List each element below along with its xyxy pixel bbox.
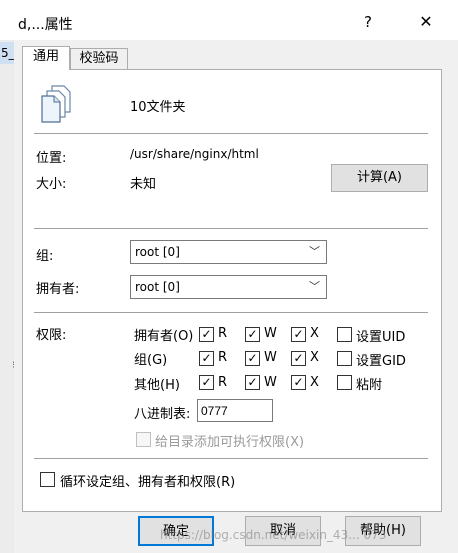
- perm-group-label: 组(G): [134, 353, 168, 368]
- perm-r-label: R: [218, 350, 228, 365]
- setgid-label: 设置GID: [356, 354, 406, 369]
- location-value: /usr/share/nginx/html: [130, 147, 259, 161]
- dir-exec-checkbox[interactable]: [136, 432, 151, 447]
- background-tab-fragment: 5_: [0, 42, 15, 64]
- owner-select[interactable]: root [0] ﹀: [130, 275, 327, 299]
- setuid-label: 设置UID: [356, 330, 406, 345]
- recursive-label: 循环设定组、拥有者和权限(R): [60, 475, 236, 490]
- owner-label: 拥有者:: [36, 282, 80, 297]
- divider: [34, 312, 428, 313]
- chevron-down-icon: ﹀: [309, 280, 320, 293]
- background-app-right: [444, 40, 458, 553]
- close-icon[interactable]: ✕: [414, 10, 438, 34]
- perm-w-label: W: [264, 375, 277, 390]
- sticky-label: 粘附: [356, 378, 383, 393]
- location-label: 位置:: [36, 151, 67, 166]
- perm-x-label: X: [310, 326, 319, 341]
- perm-x-label: X: [310, 350, 319, 365]
- divider: [34, 133, 428, 134]
- setgid-checkbox[interactable]: [337, 351, 352, 366]
- perm-others-label: 其他(H): [134, 378, 180, 393]
- calculate-button[interactable]: 计算(A): [331, 164, 428, 192]
- perm-others-r-checkbox[interactable]: ✓: [199, 375, 214, 390]
- setuid-checkbox[interactable]: [337, 327, 352, 342]
- perm-r-label: R: [218, 375, 228, 390]
- perm-others-w-checkbox[interactable]: ✓: [245, 375, 260, 390]
- perm-owner-r-checkbox[interactable]: ✓: [199, 327, 214, 342]
- files-icon: [38, 84, 78, 124]
- perm-w-label: W: [264, 350, 277, 365]
- perm-w-label: W: [264, 326, 277, 341]
- octal-input[interactable]: [197, 399, 273, 422]
- owner-select-value: root [0]: [135, 280, 180, 294]
- tab-checksum[interactable]: 校验码: [70, 48, 128, 70]
- dialog-title: d,...属性: [18, 17, 73, 33]
- group-select-value: root [0]: [135, 245, 180, 259]
- perm-others-x-checkbox[interactable]: ✓: [291, 375, 306, 390]
- group-select[interactable]: root [0] ﹀: [130, 240, 327, 264]
- divider: [34, 458, 428, 459]
- group-label: 组:: [36, 249, 54, 264]
- file-summary: 10文件夹: [130, 100, 186, 115]
- perm-owner-label: 拥有者(O): [134, 329, 194, 344]
- help-icon[interactable]: ?: [356, 10, 380, 34]
- perm-x-label: X: [310, 375, 319, 390]
- octal-label: 八进制表:: [134, 407, 191, 422]
- perm-r-label: R: [218, 326, 228, 341]
- watermark: https://blog.csdn.net/weixin_43... 073: [160, 528, 387, 542]
- size-label: 大小:: [36, 177, 67, 192]
- divider: [34, 228, 428, 229]
- recursive-checkbox[interactable]: [40, 472, 55, 487]
- perm-group-r-checkbox[interactable]: ✓: [199, 351, 214, 366]
- permissions-label: 权限:: [36, 328, 67, 343]
- perm-owner-x-checkbox[interactable]: ✓: [291, 327, 306, 342]
- tab-general[interactable]: 通用: [22, 46, 70, 70]
- chevron-down-icon: ﹀: [309, 245, 320, 258]
- dir-exec-label: 给目录添加可执行权限(X): [155, 435, 305, 450]
- background-app-left: [0, 40, 14, 553]
- sticky-checkbox[interactable]: [337, 375, 352, 390]
- perm-owner-w-checkbox[interactable]: ✓: [245, 327, 260, 342]
- perm-group-x-checkbox[interactable]: ✓: [291, 351, 306, 366]
- perm-group-w-checkbox[interactable]: ✓: [245, 351, 260, 366]
- size-value: 未知: [130, 177, 157, 192]
